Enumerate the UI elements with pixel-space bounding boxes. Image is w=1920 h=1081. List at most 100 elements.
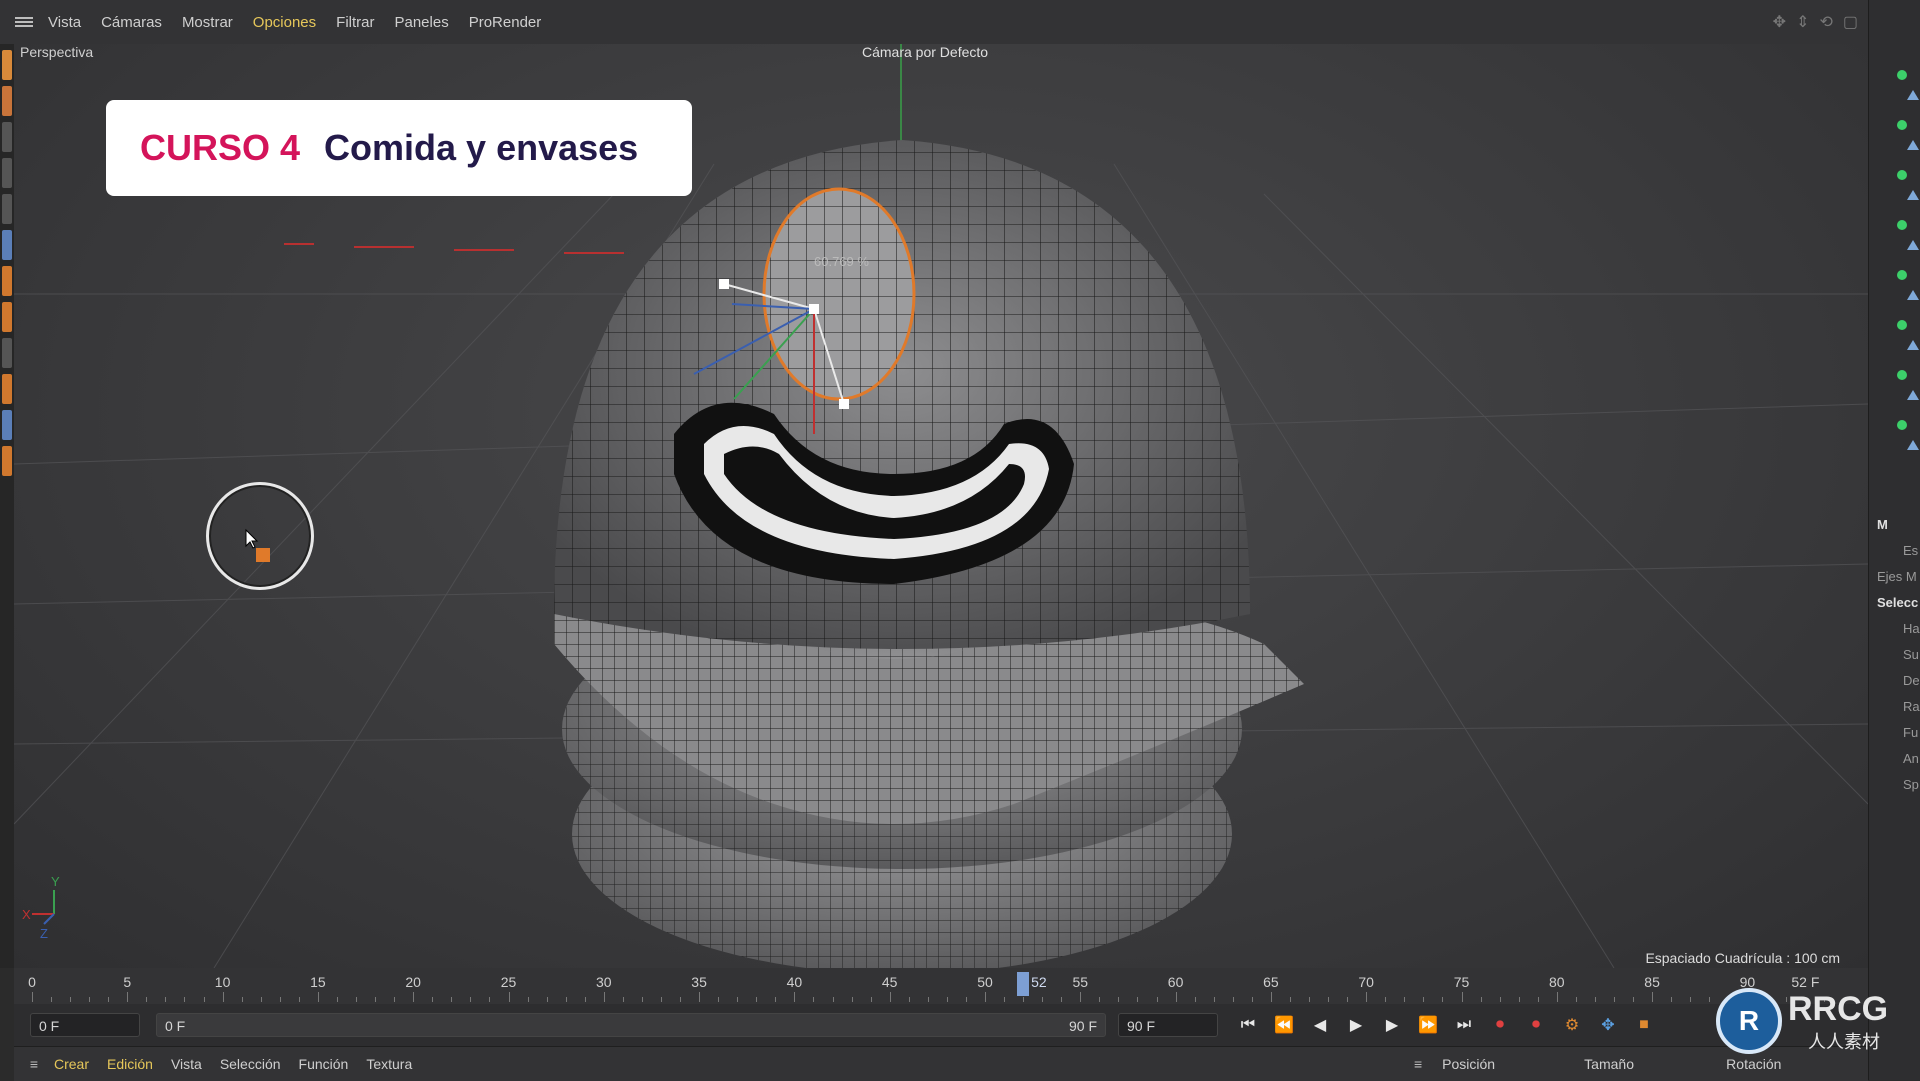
tool-icon[interactable]	[2, 194, 12, 224]
timeline-tick-mark	[1690, 997, 1692, 1002]
prev-frame-icon[interactable]: ◀	[1306, 1011, 1334, 1039]
bottom-burger-icon[interactable]: ≡	[14, 1056, 54, 1072]
object-row[interactable]	[1869, 60, 1920, 110]
menu-filtrar[interactable]: Filtrar	[336, 14, 374, 31]
timeline-tick-label: 50	[977, 974, 993, 990]
attr-row[interactable]: Ra	[1869, 694, 1920, 720]
timeline-tick-mark	[870, 997, 872, 1002]
object-row[interactable]	[1869, 260, 1920, 310]
maximize-view-icon[interactable]: ▢	[1843, 12, 1858, 32]
object-row[interactable]	[1869, 360, 1920, 410]
auto-key-icon[interactable]: ⏺	[1522, 1011, 1550, 1039]
object-row[interactable]	[1869, 110, 1920, 160]
attr-row[interactable]: Su	[1869, 642, 1920, 668]
timeline-ruler[interactable]: 0 5 10 15 20 25 30 35 40 45 50 55 60 65 70 75 80 85 90 52 52…	[14, 968, 1868, 1004]
max-frame-field[interactable]: 90 F	[1118, 1013, 1218, 1037]
next-frame-icon[interactable]: ▶	[1378, 1011, 1406, 1039]
object-dot-icon	[1897, 220, 1907, 230]
tool-icon[interactable]	[2, 122, 12, 152]
attr-row[interactable]: Ha	[1869, 616, 1920, 642]
view-name-label: Perspectiva	[20, 44, 94, 60]
tool-icon[interactable]	[2, 302, 12, 332]
menu-textura[interactable]: Textura	[366, 1056, 412, 1072]
move-key-icon[interactable]: ✥	[1594, 1011, 1622, 1039]
attr-mode-label[interactable]: M	[1869, 512, 1920, 538]
material-menu-bar: ≡ Crear Edición Vista Selección Función …	[14, 1046, 1868, 1081]
object-row[interactable]	[1869, 160, 1920, 210]
axis-y-label: Y	[51, 874, 60, 889]
timeline-tick-mark	[356, 997, 358, 1002]
menu-vista-bottom[interactable]: Vista	[171, 1056, 202, 1072]
tool-icon[interactable]	[2, 50, 12, 80]
zoom-view-icon[interactable]: ⇕	[1796, 12, 1809, 32]
object-row[interactable]	[1869, 210, 1920, 260]
coord-burger-icon[interactable]: ≡	[1414, 1056, 1422, 1072]
object-row[interactable]	[1869, 410, 1920, 460]
object-tag-icon	[1907, 240, 1919, 250]
object-dot-icon	[1897, 420, 1907, 430]
menu-seleccion[interactable]: Selección	[220, 1056, 281, 1072]
timeline-playhead[interactable]	[1017, 972, 1030, 996]
timeline-tick-mark	[1099, 997, 1101, 1002]
timeline-tick-mark	[165, 997, 167, 1002]
timeline-tick-label: 30	[596, 974, 612, 990]
menu-opciones[interactable]: Opciones	[253, 14, 316, 31]
attr-row[interactable]: Sp	[1869, 772, 1920, 798]
menu-crear[interactable]: Crear	[54, 1056, 89, 1072]
timeline-tick-mark	[470, 997, 472, 1002]
menu-paneles[interactable]: Paneles	[394, 14, 448, 31]
go-to-end-icon[interactable]: ⏭	[1450, 1011, 1478, 1039]
3d-viewport[interactable]: 60.769 % Y X Z Perspectiva Cámara por De…	[14, 44, 1868, 968]
tool-icon[interactable]	[2, 86, 12, 116]
timeline-tick-mark	[1480, 997, 1482, 1002]
attr-row[interactable]: An	[1869, 746, 1920, 772]
record-icon[interactable]: ⏺	[1486, 1011, 1514, 1039]
tool-icon[interactable]	[2, 230, 12, 260]
tool-icon[interactable]	[2, 338, 12, 368]
tool-icon[interactable]	[2, 446, 12, 476]
go-to-start-icon[interactable]: ⏮	[1234, 1011, 1262, 1039]
play-icon[interactable]: ▶	[1342, 1011, 1370, 1039]
scale-key-icon[interactable]: ■	[1630, 1011, 1658, 1039]
move-view-icon[interactable]: ✥	[1773, 12, 1786, 32]
viewport-menu-bar: Vista Cámaras Mostrar Opciones Filtrar P…	[0, 0, 1868, 45]
timeline-tick-mark	[413, 992, 415, 1002]
menu-prorender[interactable]: ProRender	[469, 14, 542, 31]
object-row[interactable]	[1869, 310, 1920, 360]
prev-key-icon[interactable]: ⏪	[1270, 1011, 1298, 1039]
timeline-tick-mark	[1594, 997, 1596, 1002]
attr-tab[interactable]: Ejes M	[1869, 564, 1920, 590]
menu-funcion[interactable]: Función	[299, 1056, 349, 1072]
timeline-tick-mark	[260, 997, 262, 1002]
timeline-tick-label: 15	[310, 974, 326, 990]
rotate-view-icon[interactable]: ⟲	[1819, 12, 1832, 32]
axis-z-label: Z	[40, 926, 48, 941]
tool-icon[interactable]	[2, 374, 12, 404]
tool-icon[interactable]	[2, 158, 12, 188]
menu-mostrar[interactable]: Mostrar	[182, 14, 233, 31]
menu-vista[interactable]: Vista	[48, 14, 81, 31]
tool-icon[interactable]	[2, 410, 12, 440]
object-dot-icon	[1897, 270, 1907, 280]
current-frame-field[interactable]: 0 F	[30, 1013, 140, 1037]
next-key-icon[interactable]: ⏩	[1414, 1011, 1442, 1039]
range-slider[interactable]: 0 F 90 F	[156, 1013, 1106, 1037]
timeline-tick-mark	[1137, 997, 1139, 1002]
timeline-tick-mark	[1004, 997, 1006, 1002]
camera-label[interactable]: Cámara por Defecto	[862, 44, 988, 60]
timeline-tick-label: 10	[214, 974, 231, 990]
menu-burger-icon[interactable]	[0, 15, 48, 29]
menu-edicion[interactable]: Edición	[107, 1056, 153, 1072]
timeline-tick-mark	[813, 997, 815, 1002]
attr-row[interactable]: Fu	[1869, 720, 1920, 746]
watermark-badge-icon: R	[1716, 988, 1782, 1054]
menu-camaras[interactable]: Cámaras	[101, 14, 162, 31]
timeline-tick-mark	[1385, 997, 1387, 1002]
keyframe-settings-icon[interactable]: ⚙	[1558, 1011, 1586, 1039]
tool-icon[interactable]	[2, 266, 12, 296]
transport-bar: 0 F 0 F 90 F 90 F ⏮ ⏪ ◀ ▶ ▶ ⏩ ⏭ ⏺ ⏺ ⚙ ✥ …	[14, 1004, 1868, 1046]
timeline-tick-label: 80	[1549, 974, 1565, 990]
attr-row[interactable]: De	[1869, 668, 1920, 694]
timeline-tick-label: 85	[1644, 974, 1660, 990]
course-subject: Comida y envases	[324, 127, 639, 168]
